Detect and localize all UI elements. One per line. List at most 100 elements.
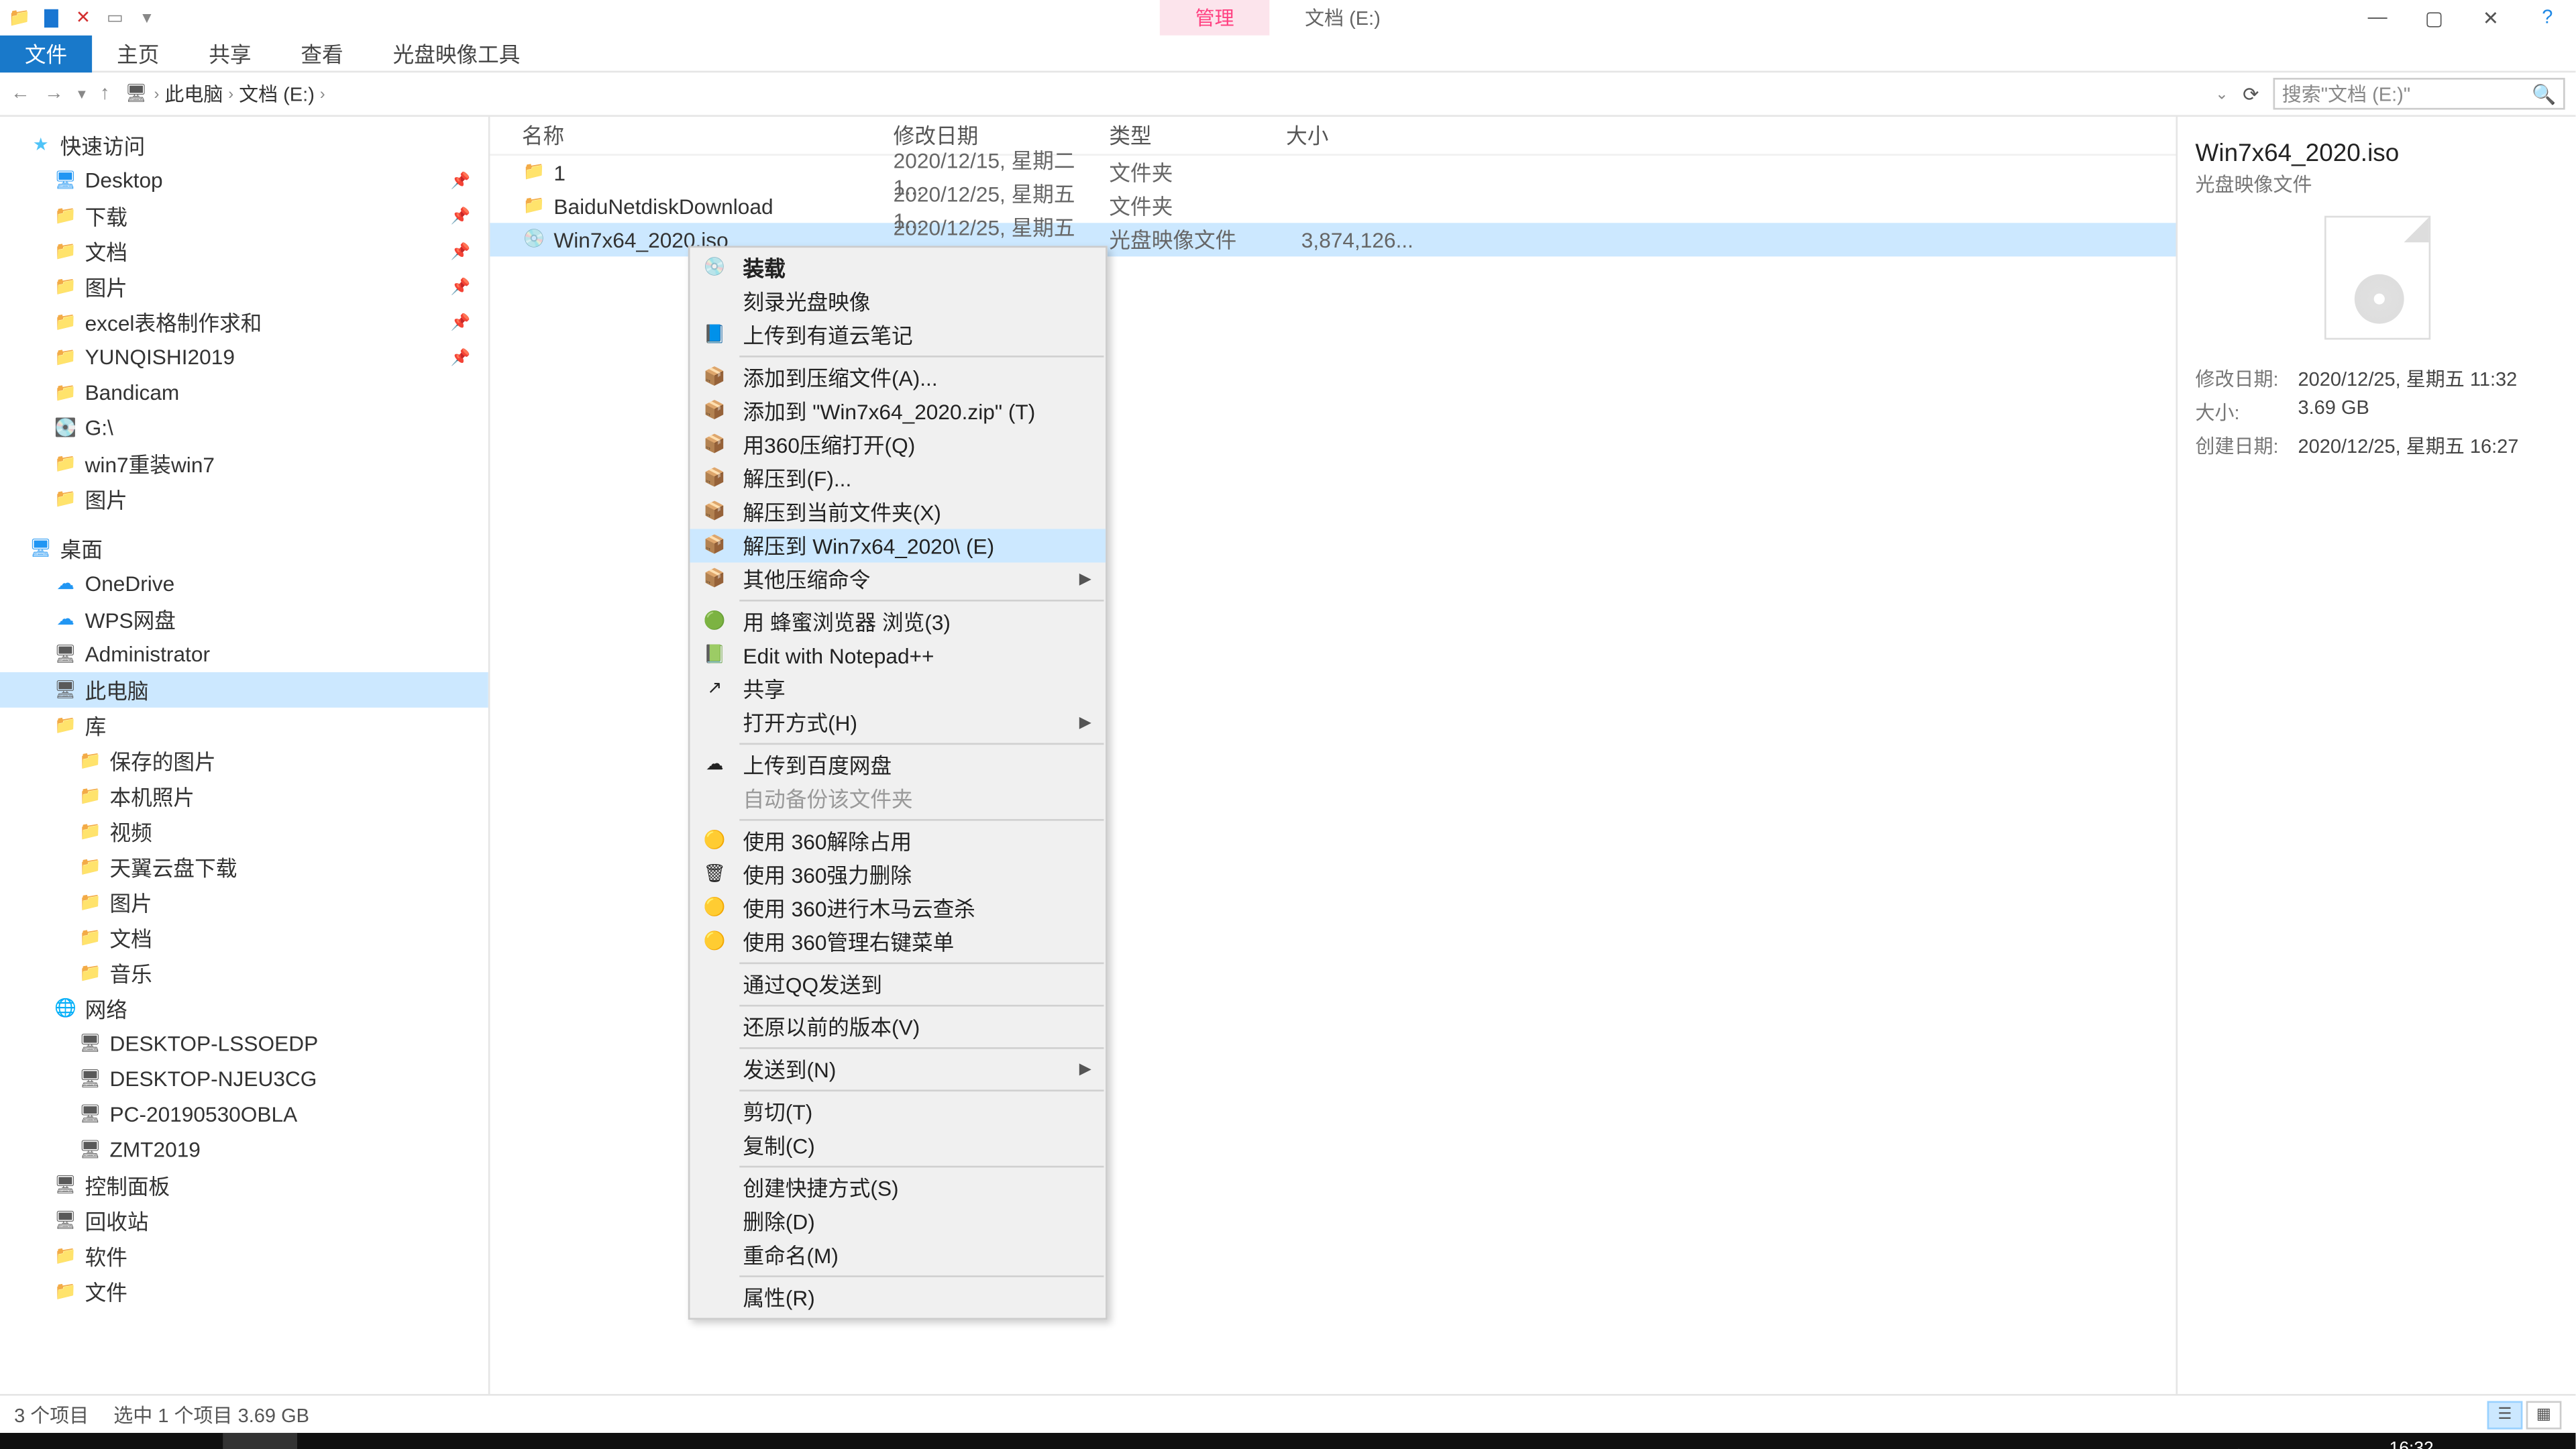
refresh-button[interactable]: ⟳ bbox=[2243, 83, 2259, 105]
col-type[interactable]: 类型 bbox=[1095, 120, 1272, 150]
explorer-taskbar-button[interactable]: 📁 bbox=[223, 1433, 297, 1449]
tab-file[interactable]: 文件 bbox=[0, 34, 92, 71]
nav-item[interactable]: 📁图片 bbox=[0, 885, 488, 920]
context-menu-item[interactable]: 属性(R) bbox=[690, 1281, 1106, 1314]
nav-item[interactable]: 📁软件 bbox=[0, 1238, 488, 1274]
save-icon[interactable]: ▇ bbox=[39, 5, 64, 30]
context-menu-item[interactable]: 📦添加到压缩文件(A)... bbox=[690, 361, 1106, 394]
nav-item[interactable]: 📁音乐 bbox=[0, 955, 488, 991]
context-menu-item[interactable]: 🟡使用 360进行木马云查杀 bbox=[690, 892, 1106, 925]
nav-item[interactable]: 📁excel表格制作求和📌 bbox=[0, 305, 488, 340]
context-menu-item[interactable]: 刻录光盘映像 bbox=[690, 285, 1106, 319]
nav-item[interactable]: 📁保存的图片 bbox=[0, 743, 488, 779]
view-icons-button[interactable]: ▦ bbox=[2526, 1400, 2562, 1428]
context-menu-item[interactable]: 剪切(T) bbox=[690, 1095, 1106, 1128]
clock[interactable]: 16:32 2020/12/25, 星期五 bbox=[2336, 1439, 2487, 1449]
context-menu-item[interactable]: 复制(C) bbox=[690, 1128, 1106, 1162]
nav-item[interactable]: 📁文件 bbox=[0, 1274, 488, 1309]
nav-item[interactable]: 🖥DESKTOP-LSSOEDP bbox=[0, 1026, 488, 1061]
context-menu-item[interactable]: ☁上传到百度网盘 bbox=[690, 748, 1106, 782]
task-view-button[interactable]: ⧉ bbox=[149, 1433, 223, 1449]
context-menu-item[interactable]: 创建快捷方式(S) bbox=[690, 1171, 1106, 1205]
column-headers[interactable]: 名称 修改日期 类型 大小 bbox=[490, 117, 2176, 156]
nav-item[interactable]: 📁文档 bbox=[0, 920, 488, 955]
crumb-location[interactable]: 文档 (E:) bbox=[239, 80, 315, 108]
nav-item[interactable]: ☁WPS网盘 bbox=[0, 602, 488, 637]
nav-item[interactable]: 🖥ZMT2019 bbox=[0, 1132, 488, 1168]
nav-history[interactable]: ▾ bbox=[78, 84, 86, 103]
nav-up[interactable]: ↑ bbox=[100, 83, 110, 105]
nav-item[interactable]: 🖥Desktop📌 bbox=[0, 163, 488, 199]
col-name[interactable]: 名称 bbox=[490, 120, 879, 150]
start-button[interactable]: ⊞ bbox=[0, 1433, 74, 1449]
nav-item[interactable]: 📁下载📌 bbox=[0, 198, 488, 233]
nav-item[interactable]: 📁图片 bbox=[0, 481, 488, 517]
tab-view[interactable]: 查看 bbox=[276, 34, 368, 71]
nav-item[interactable]: 📁天翼云盘下载 bbox=[0, 849, 488, 885]
nav-desktop-root[interactable]: 🖥 桌面 bbox=[0, 531, 488, 566]
context-menu-item[interactable]: 还原以前的版本(V) bbox=[690, 1010, 1106, 1044]
nav-item[interactable]: 📁本机照片 bbox=[0, 778, 488, 814]
details-pane: Win7x64_2020.iso 光盘映像文件 修改日期:2020/12/25,… bbox=[2176, 117, 2576, 1394]
tab-share[interactable]: 共享 bbox=[184, 34, 276, 71]
maximize-button[interactable]: ▢ bbox=[2406, 0, 2462, 36]
nav-item[interactable]: 🖥PC-20190530OBLA bbox=[0, 1097, 488, 1132]
context-menu-item[interactable]: 💿装载 bbox=[690, 251, 1106, 284]
context-menu-item[interactable]: 📦解压到当前文件夹(X) bbox=[690, 495, 1106, 529]
context-menu-item[interactable]: 发送到(N)▶ bbox=[690, 1053, 1106, 1086]
context-menu-item[interactable]: 通过QQ发送到 bbox=[690, 967, 1106, 1001]
view-details-button[interactable]: ☰ bbox=[2487, 1400, 2523, 1428]
nav-item[interactable]: 🖥DESKTOP-NJEU3CG bbox=[0, 1061, 488, 1097]
context-menu-item[interactable]: 📦用360压缩打开(Q) bbox=[690, 428, 1106, 462]
address-dropdown[interactable]: ⌄ bbox=[2215, 84, 2229, 103]
nav-item[interactable]: 📁Bandicam bbox=[0, 375, 488, 411]
nav-quick-access[interactable]: ★ 快速访问 bbox=[0, 127, 488, 163]
nav-item[interactable]: 📁YUNQISHI2019📌 bbox=[0, 339, 488, 375]
file-row[interactable]: 📁BaiduNetdiskDownload2020/12/25, 星期五 1..… bbox=[490, 189, 2176, 223]
contextual-tab-manage[interactable]: 管理 bbox=[1160, 0, 1269, 36]
nav-item[interactable]: 🖥Administrator bbox=[0, 637, 488, 672]
nav-item[interactable]: 📁文档📌 bbox=[0, 233, 488, 269]
equals-icon[interactable]: ▭ bbox=[103, 5, 127, 30]
close-icon[interactable]: ✕ bbox=[70, 5, 95, 30]
context-menu-item[interactable]: 🗑使用 360强力删除 bbox=[690, 858, 1106, 892]
nav-item[interactable]: 🖥此电脑 bbox=[0, 672, 488, 708]
nav-item[interactable]: 📁图片📌 bbox=[0, 269, 488, 305]
breadcrumb[interactable]: 🖥 › 此电脑 › 文档 (E:) › bbox=[124, 80, 2201, 108]
dropdown-icon[interactable]: ▾ bbox=[134, 5, 159, 30]
nav-back[interactable]: ← bbox=[11, 83, 30, 105]
minimize-button[interactable]: — bbox=[2349, 0, 2406, 36]
nav-item[interactable]: ☁OneDrive bbox=[0, 566, 488, 602]
context-menu-item[interactable]: 📦解压到 Win7x64_2020\ (E) bbox=[690, 529, 1106, 562]
nav-item[interactable]: 📁视频 bbox=[0, 814, 488, 849]
context-menu-item[interactable]: 📘上传到有道云笔记 bbox=[690, 319, 1106, 352]
file-row[interactable]: 📁12020/12/15, 星期二 1...文件夹 bbox=[490, 156, 2176, 189]
nav-item[interactable]: 🖥控制面板 bbox=[0, 1167, 488, 1203]
context-menu-item[interactable]: 🟢用 蜂蜜浏览器 浏览(3) bbox=[690, 605, 1106, 639]
context-menu-item[interactable]: 重命名(M) bbox=[690, 1238, 1106, 1272]
search-button[interactable]: 🔍 bbox=[74, 1433, 149, 1449]
context-menu-item[interactable]: ↗共享 bbox=[690, 672, 1106, 706]
help-button[interactable]: ? bbox=[2519, 0, 2575, 36]
context-menu-item[interactable]: 📦解压到(F)... bbox=[690, 462, 1106, 495]
crumb-pc[interactable]: 此电脑 bbox=[164, 80, 223, 108]
context-menu-item[interactable]: 📦其他压缩命令▶ bbox=[690, 563, 1106, 596]
col-size[interactable]: 大小 bbox=[1272, 120, 1413, 150]
context-menu-item[interactable]: 📦添加到 "Win7x64_2020.zip" (T) bbox=[690, 394, 1106, 428]
close-button[interactable]: ✕ bbox=[2463, 0, 2519, 36]
context-menu-item[interactable]: 📗Edit with Notepad++ bbox=[690, 639, 1106, 672]
context-menu-item[interactable]: 🟡使用 360解除占用 bbox=[690, 824, 1106, 858]
nav-item[interactable]: 💽G:\ bbox=[0, 411, 488, 446]
nav-item[interactable]: 📁win7重装win7 bbox=[0, 446, 488, 482]
tab-disc-tools[interactable]: 光盘映像工具 bbox=[368, 34, 545, 71]
nav-item[interactable]: 🖥回收站 bbox=[0, 1203, 488, 1238]
nav-item[interactable]: 🌐网络 bbox=[0, 991, 488, 1026]
context-menu-item[interactable]: 删除(D) bbox=[690, 1205, 1106, 1238]
context-menu-item[interactable]: 🟡使用 360管理右键菜单 bbox=[690, 925, 1106, 959]
nav-forward[interactable]: → bbox=[44, 83, 64, 105]
menu-icon: 🟡 bbox=[700, 827, 729, 855]
context-menu-item[interactable]: 打开方式(H)▶ bbox=[690, 706, 1106, 739]
search-input[interactable]: 搜索"文档 (E:)" 🔍 bbox=[2273, 78, 2565, 109]
tab-home[interactable]: 主页 bbox=[92, 34, 184, 71]
nav-item[interactable]: 📁库 bbox=[0, 708, 488, 743]
